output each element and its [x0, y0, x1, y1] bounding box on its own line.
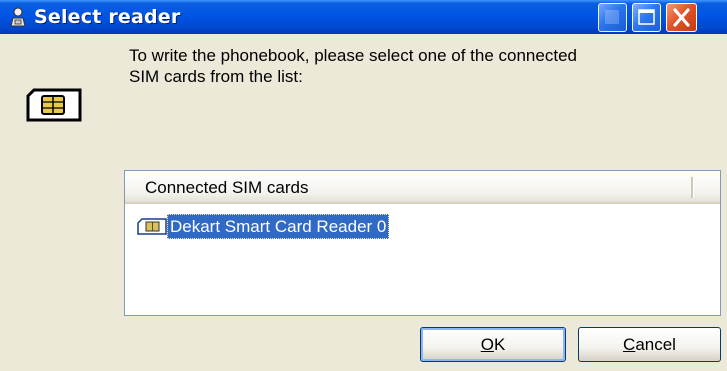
sim-card-list[interactable]: Connected SIM cards Dekart Smart Card Re…: [124, 170, 721, 316]
column-header-connected-sim-cards[interactable]: Connected SIM cards: [145, 178, 308, 198]
help-icon: [605, 10, 619, 24]
help-button[interactable]: [598, 3, 627, 32]
instruction-text: To write the phonebook, please select on…: [129, 45, 709, 87]
select-reader-dialog: Select reader To write the phonebook, pl…: [0, 0, 727, 371]
maximize-button[interactable]: [632, 3, 661, 32]
window-title: Select reader: [34, 6, 181, 28]
close-button[interactable]: [666, 3, 697, 32]
instruction-line-1: To write the phonebook, please select on…: [129, 46, 577, 65]
sim-card-icon: [26, 88, 82, 122]
ok-button-accelerator: O: [480, 334, 494, 354]
column-separator[interactable]: [691, 177, 694, 198]
title-bar[interactable]: Select reader: [0, 0, 727, 34]
close-icon: [673, 8, 690, 27]
sim-card-icon: [137, 218, 167, 235]
user-lock-icon: [10, 7, 26, 27]
maximize-icon: [638, 9, 655, 25]
cancel-button-label: ancel: [635, 334, 676, 354]
cancel-button[interactable]: Cancel: [578, 327, 721, 362]
ok-button[interactable]: OK: [420, 327, 566, 362]
ok-button-label: K: [493, 334, 506, 354]
list-header[interactable]: Connected SIM cards: [125, 171, 720, 204]
cancel-button-accelerator: C: [623, 334, 636, 354]
instruction-line-2: SIM cards from the list:: [129, 67, 303, 86]
list-item-label[interactable]: Dekart Smart Card Reader 0: [167, 214, 390, 239]
